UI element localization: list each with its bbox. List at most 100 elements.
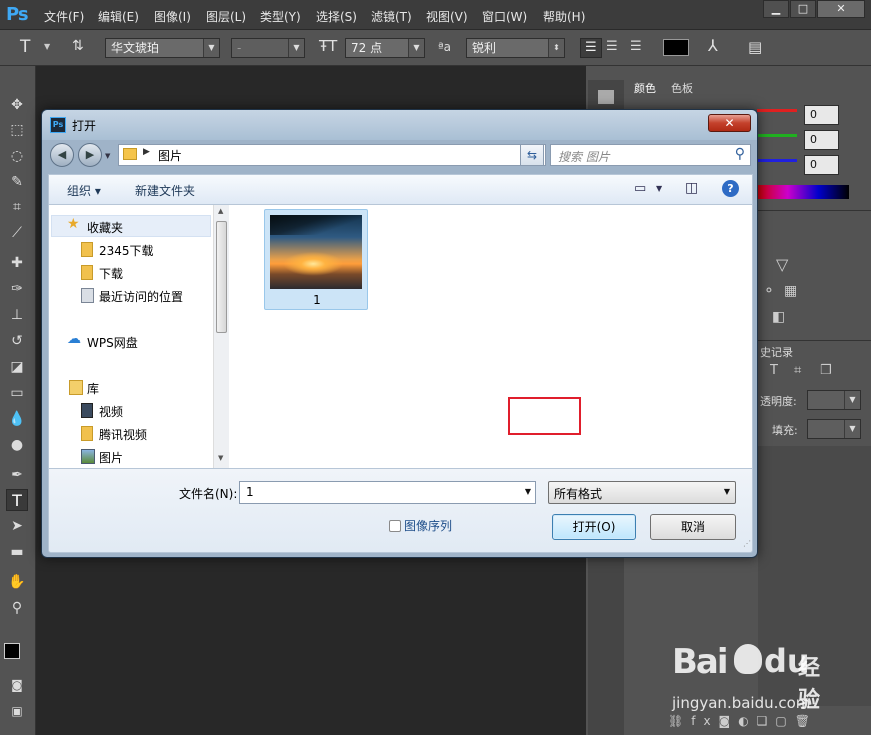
- tab-color[interactable]: 颜色: [634, 80, 656, 96]
- type-tool-icon[interactable]: T: [6, 489, 28, 511]
- organize-button[interactable]: 组织 ▾: [67, 182, 101, 199]
- color-ramp[interactable]: [757, 185, 849, 199]
- font-size-select[interactable]: 72 点 ▼: [345, 38, 425, 58]
- nav-pictures[interactable]: 图片: [79, 446, 229, 468]
- chevron-down-icon[interactable]: ▼: [656, 184, 662, 193]
- open-button[interactable]: 打开(O): [552, 514, 636, 540]
- menu-edit[interactable]: 编辑(E): [98, 8, 139, 25]
- align-right-icon[interactable]: ☰: [630, 39, 642, 54]
- forward-button[interactable]: ▶: [78, 143, 102, 167]
- menu-file[interactable]: 文件(F): [44, 8, 84, 25]
- quick-mask-icon[interactable]: ◙: [6, 674, 28, 696]
- stamp-tool-icon[interactable]: ⊥: [6, 304, 28, 326]
- blur-tool-icon[interactable]: 💧: [6, 408, 28, 430]
- brush-tool-icon[interactable]: ✑: [6, 278, 28, 300]
- menu-view[interactable]: 视图(V): [426, 8, 468, 25]
- minimize-button[interactable]: ▁: [763, 0, 789, 18]
- font-family-select[interactable]: 华文琥珀 ▼: [105, 38, 220, 58]
- chevron-down-icon[interactable]: ▼: [44, 42, 50, 51]
- path-select-tool-icon[interactable]: ➤: [6, 515, 28, 537]
- text-color-swatch[interactable]: [663, 39, 689, 56]
- nav-favorites[interactable]: ★ 收藏夹: [67, 216, 217, 238]
- file-type-select[interactable]: 所有格式 ▼: [548, 481, 736, 504]
- history-dropdown-icon[interactable]: ▼: [105, 152, 110, 160]
- hand-tool-icon[interactable]: ✋: [6, 571, 28, 593]
- nav-libraries[interactable]: 库: [67, 377, 217, 399]
- cancel-button[interactable]: 取消: [650, 514, 736, 540]
- menu-image[interactable]: 图像(I): [154, 8, 191, 25]
- filename-input[interactable]: 1 ▼: [239, 481, 536, 504]
- move-tool-icon[interactable]: ✥: [6, 94, 28, 116]
- back-button[interactable]: ◀: [50, 143, 74, 167]
- pen-tool-icon[interactable]: ✒: [6, 464, 28, 486]
- font-style-select[interactable]: - ▼: [231, 38, 305, 58]
- menu-select[interactable]: 选择(S): [316, 8, 357, 25]
- refresh-button[interactable]: ⇆: [520, 144, 544, 166]
- fill-field[interactable]: ▼: [807, 419, 861, 439]
- nav-tencent-video[interactable]: 腾讯视频: [79, 423, 229, 445]
- address-bar[interactable]: ▶ 图片 ▼: [118, 144, 546, 166]
- red-value-field[interactable]: 0: [804, 105, 839, 125]
- green-slider[interactable]: [757, 134, 797, 137]
- marquee-tool-icon[interactable]: ⬚: [6, 119, 28, 141]
- gradient-tool-icon[interactable]: ▭: [6, 382, 28, 404]
- nav-2345-downloads[interactable]: 2345下载: [79, 239, 229, 261]
- preview-pane-icon[interactable]: ◫: [685, 180, 698, 196]
- grid-icon[interactable]: ▦: [784, 283, 797, 299]
- shape-filter-icon[interactable]: ⌗: [794, 363, 801, 378]
- close-app-button[interactable]: ✕: [817, 0, 865, 18]
- maximize-button[interactable]: □: [790, 0, 816, 18]
- screen-mode-icon[interactable]: ▣: [6, 700, 28, 722]
- eraser-tool-icon[interactable]: ◪: [6, 356, 28, 378]
- menu-filter[interactable]: 滤镜(T): [371, 8, 412, 25]
- tab-swatches[interactable]: 色板: [671, 80, 693, 96]
- blue-value-field[interactable]: 0: [804, 155, 839, 175]
- rectangle-tool-icon[interactable]: ▬: [6, 541, 28, 563]
- new-folder-button[interactable]: 新建文件夹: [135, 182, 195, 199]
- scroll-thumb[interactable]: [216, 221, 227, 333]
- search-icon[interactable]: ⚲: [735, 146, 745, 162]
- nav-recent-places[interactable]: 最近访问的位置: [79, 285, 229, 307]
- type-filter-icon[interactable]: T: [770, 363, 778, 378]
- nav-downloads[interactable]: 下载: [79, 262, 229, 284]
- nav-wps-cloud[interactable]: ☁ WPS网盘: [67, 331, 217, 353]
- align-center-icon[interactable]: ☰: [606, 39, 618, 54]
- scroll-down-icon[interactable]: ▼: [218, 454, 223, 462]
- green-value-field[interactable]: 0: [804, 130, 839, 150]
- view-options-icon[interactable]: ▭: [634, 181, 646, 196]
- crop-tool-icon[interactable]: ⌗: [6, 196, 28, 218]
- menu-window[interactable]: 窗口(W): [482, 8, 527, 25]
- dialog-close-button[interactable]: ✕: [708, 114, 751, 132]
- history-brush-icon[interactable]: ↺: [6, 330, 28, 352]
- nav-scrollbar[interactable]: ▲ ▼: [213, 205, 229, 468]
- dodge-tool-icon[interactable]: ●: [6, 434, 28, 456]
- search-box[interactable]: 搜索 图片 ⚲: [550, 144, 751, 166]
- resize-grip-icon[interactable]: ⋰: [743, 539, 751, 548]
- nav-videos[interactable]: 视频: [79, 400, 229, 422]
- foreground-color-swatch[interactable]: [4, 643, 20, 659]
- warp-text-icon[interactable]: ⅄: [708, 36, 718, 55]
- opacity-field[interactable]: ▼: [807, 390, 861, 410]
- tab-history[interactable]: 史记录: [760, 344, 793, 360]
- healing-brush-icon[interactable]: ✚: [6, 252, 28, 274]
- image-sequence-label[interactable]: 图像序列: [404, 517, 452, 534]
- type-tool-preset-icon[interactable]: T: [20, 37, 30, 57]
- character-panel-icon[interactable]: ▤: [748, 38, 762, 56]
- lasso-tool-icon[interactable]: ◌: [6, 145, 28, 167]
- red-slider[interactable]: [757, 109, 797, 112]
- quick-select-tool-icon[interactable]: ✎: [6, 171, 28, 193]
- menu-type[interactable]: 类型(Y): [260, 8, 301, 25]
- text-orientation-icon[interactable]: ⇅: [72, 38, 84, 54]
- menu-help[interactable]: 帮助(H): [543, 8, 585, 25]
- align-left-button[interactable]: ☰: [580, 38, 602, 58]
- channel-mixer-icon[interactable]: ⚬: [763, 283, 775, 299]
- image-sequence-checkbox[interactable]: [389, 520, 401, 532]
- triangle-icon[interactable]: ▽: [776, 255, 788, 274]
- blue-slider[interactable]: [757, 159, 797, 162]
- smart-filter-icon[interactable]: ❒: [820, 363, 832, 378]
- histogram-icon[interactable]: [598, 90, 614, 104]
- threshold-icon[interactable]: ◧: [772, 309, 785, 325]
- antialias-select[interactable]: 锐利 ⬍: [466, 38, 565, 58]
- chevron-down-icon[interactable]: ▼: [525, 487, 531, 496]
- scroll-up-icon[interactable]: ▲: [218, 207, 223, 215]
